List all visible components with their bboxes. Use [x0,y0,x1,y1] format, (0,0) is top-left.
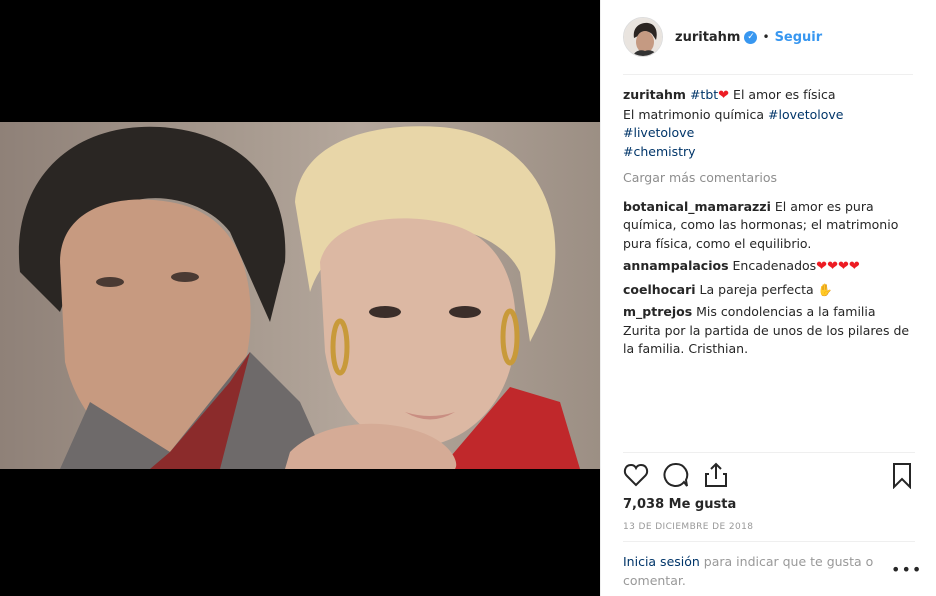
header-separator: • [762,30,770,44]
photo-illustration [18,126,580,469]
comment-username[interactable]: m_ptrejos [623,304,692,319]
bookmark-icon[interactable] [889,461,915,489]
post-sidebar: zuritahm ✓ • Seguir zuritahm #tbt❤ El am… [600,0,936,596]
hashtag-livetolove[interactable]: #livetolove [623,125,694,140]
actions-divider [623,452,915,453]
comment-text: Encadenados [732,258,817,273]
comment-text: La pareja perfecta [699,281,814,297]
action-bar [623,461,915,491]
caption-username[interactable]: zuritahm [623,87,686,102]
footer-divider [623,541,915,542]
clap-emoji-icon: ✋ [817,282,833,297]
post-photo[interactable] [0,122,600,469]
caption-text-1: El amor es física [729,87,836,102]
verified-icon: ✓ [744,30,758,44]
post-date[interactable]: 13 DE DICIEMBRE DE 2018 [623,522,753,532]
comment-item: coelhocari La pareja perfecta ✋ [623,281,915,300]
login-prompt: Inicia sesión para indicar que te gusta … [623,552,883,590]
comment-username[interactable]: botanical_mamarazzi [623,199,771,214]
post-header: zuritahm ✓ • Seguir [601,0,936,74]
post-media[interactable] [0,0,600,596]
caption: zuritahm #tbt❤ El amor es física El matr… [623,86,915,161]
comments-list: zuritahm #tbt❤ El amor es física El matr… [623,86,915,361]
like-heart-icon[interactable] [623,461,649,489]
heart-emoji-icon: ❤ [718,88,730,103]
more-options-button[interactable]: ••• [891,560,922,579]
caption-text-2: El matrimonio química [623,106,769,122]
header-username[interactable]: zuritahm [675,30,740,45]
share-icon[interactable] [703,461,729,489]
login-link[interactable]: Inicia sesión [623,554,700,569]
hashtag-tbt[interactable]: #tbt [690,87,718,102]
hashtag-lovetolove[interactable]: #lovetolove [768,107,843,122]
heart-emoji-icon: ❤❤❤❤ [816,259,860,274]
comment-item: m_ptrejos Mis condolencias a la familia … [623,303,915,359]
comment-username[interactable]: coelhocari [623,282,696,297]
avatar[interactable] [623,17,663,57]
comment-item: annampalacios Encadenados❤❤❤❤ [623,257,915,277]
comment-item: botanical_mamarazzi El amor es pura quím… [623,198,915,254]
hashtag-chemistry[interactable]: #chemistry [623,144,696,159]
follow-button[interactable]: Seguir [775,30,823,45]
comment-username[interactable]: annampalacios [623,258,729,273]
avatar-image [624,18,662,56]
load-more-comments-button[interactable]: Cargar más comentarios [623,169,915,188]
comment-icon[interactable] [663,461,689,489]
likes-count[interactable]: 7,038 Me gusta [623,497,736,512]
header-divider [623,74,913,75]
